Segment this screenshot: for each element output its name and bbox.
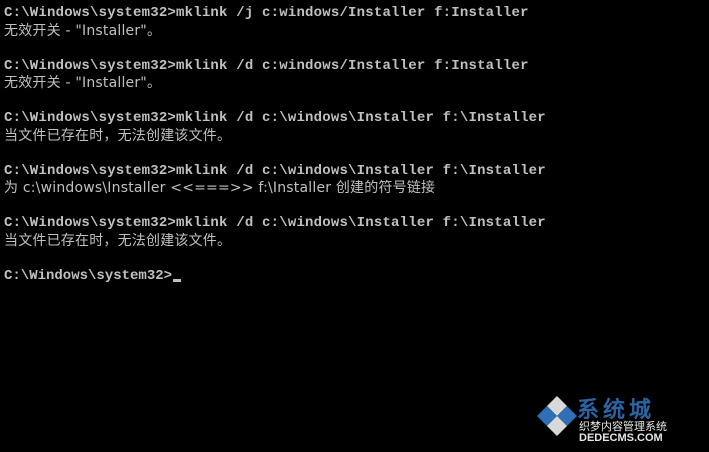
watermark: 系统城 织梦内容管理系统 DEDECMS.COM bbox=[533, 392, 703, 448]
watermark-url: DEDECMS.COM bbox=[579, 432, 663, 444]
prompt-text: C:\Windows\system32> bbox=[4, 267, 173, 284]
output-line: 无效开关 - "Installer"。 bbox=[4, 22, 162, 39]
command-line: C:\Windows\system32>mklink /d c:\windows… bbox=[4, 215, 546, 231]
command-line: C:\Windows\system32>mklink /d c:\windows… bbox=[4, 162, 546, 179]
output-line: 当文件已存在时，无法创建该文件。 bbox=[4, 232, 232, 249]
output-line: 为 c:\windows\Installer <<===>> f:\Instal… bbox=[4, 180, 436, 196]
console-window[interactable]: C:\Windows\system32>mklink /j c:windows/… bbox=[0, 0, 709, 452]
output-line: 当文件已存在时，无法创建该文件。 bbox=[4, 127, 232, 144]
text-cursor bbox=[173, 278, 182, 282]
command-line: C:\Windows\system32>mklink /d c:\windows… bbox=[4, 110, 546, 126]
output-line: 无效开关 - "Installer"。 bbox=[4, 75, 162, 91]
command-line: C:\Windows\system32>mklink /d c:windows/… bbox=[4, 57, 529, 74]
prompt-line[interactable]: C:\Windows\system32> bbox=[4, 268, 546, 286]
command-line: C:\Windows\system32>mklink /j c:windows/… bbox=[4, 5, 529, 21]
windows-logo-icon bbox=[537, 396, 577, 436]
console-output: C:\Windows\system32>mklink /j c:windows/… bbox=[4, 5, 546, 285]
